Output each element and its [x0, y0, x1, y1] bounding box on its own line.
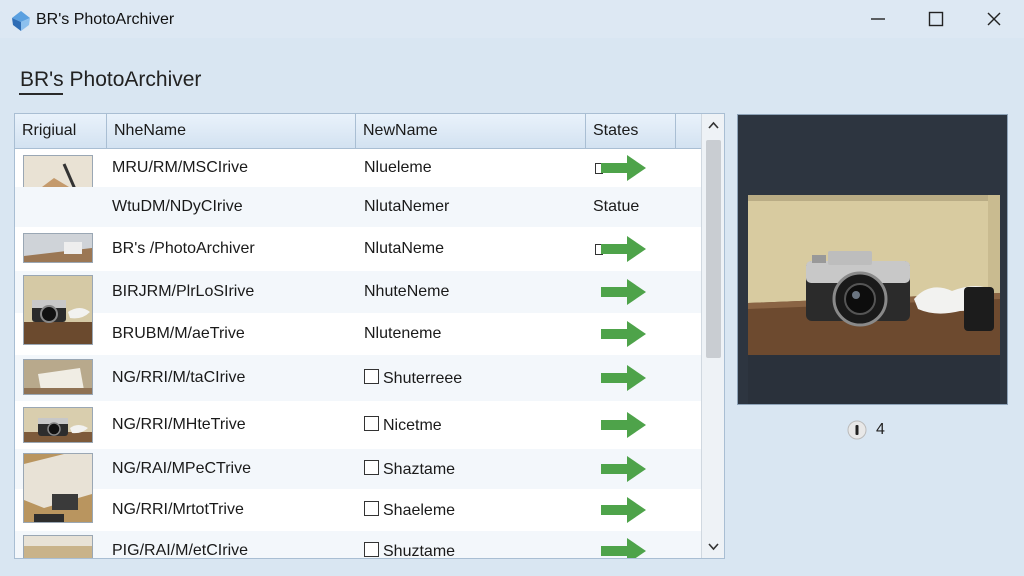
row-checkbox[interactable]	[364, 416, 379, 431]
camera-photo-image	[738, 115, 1007, 404]
page-title: BR's PhotoArchiver	[20, 68, 202, 91]
close-button[interactable]	[965, 0, 1023, 38]
new-name: NlutaNemer	[364, 198, 449, 216]
original-path: BRUBM/M/aeTrive	[112, 325, 245, 342]
minimize-button[interactable]	[849, 0, 907, 38]
new-name: Shaztame	[364, 460, 455, 479]
chevron-up-icon	[708, 121, 719, 129]
row-checkbox[interactable]	[364, 542, 379, 557]
new-name-text: Shaztame	[383, 461, 456, 478]
arrow-right-icon	[601, 321, 646, 347]
new-name: Shaeleme	[364, 501, 455, 520]
table-row[interactable]: WtuDM/NDyCIrive NlutaNemer Statue	[15, 187, 701, 227]
app-logo-icon	[12, 11, 30, 31]
original-path: MRU/RM/MSCIrive	[112, 159, 248, 176]
new-name-text: Nlueleme	[364, 159, 432, 176]
new-name-text: Shaeleme	[383, 502, 456, 519]
row-checkbox[interactable]	[364, 460, 379, 475]
arrow-right-icon	[601, 155, 646, 181]
status-arrow[interactable]	[601, 537, 647, 558]
close-icon	[987, 12, 1001, 26]
table-row[interactable]: NG/RAI/MPeCTrive Shaztame	[15, 449, 701, 523]
new-name: Shuztame	[364, 542, 456, 559]
new-name-text: NhuteNeme	[364, 283, 450, 300]
new-name-text: NlutaNemer	[364, 198, 450, 215]
new-name: Nicetme	[364, 416, 442, 435]
original-path: BR's /PhotoArchiver	[112, 240, 255, 257]
title-bar: BR's PhotoArchiver	[0, 0, 1024, 38]
table-row[interactable]: PIG/RAI/M/etCIrive Shuztame	[15, 531, 701, 559]
photo-preview[interactable]	[737, 114, 1008, 405]
column-header-original[interactable]: Rrigiual	[15, 114, 107, 148]
file-table: Rrigiual NheName NewName States MRU/RM/M…	[14, 113, 725, 559]
table-row[interactable]: MRU/RM/MSCIrive Nlueleme	[15, 149, 701, 195]
original-path: PIG/RAI/M/etCIrive	[112, 542, 249, 559]
arrow-right-icon	[601, 456, 646, 482]
window-title: BR's PhotoArchiver	[36, 11, 175, 28]
table-body: MRU/RM/MSCIrive Nlueleme WtuDM/NDyCIrive Nl…	[15, 149, 701, 559]
row-checkbox[interactable]	[364, 501, 379, 516]
chevron-down-icon	[708, 543, 719, 551]
photo-thumbnail[interactable]	[23, 535, 93, 558]
table-header: Rrigiual NheName NewName States	[15, 114, 701, 149]
photo-thumbnail[interactable]	[23, 233, 93, 263]
status-arrow[interactable]	[601, 278, 647, 311]
new-name: NlutaNeme	[364, 240, 444, 258]
status-arrow[interactable]	[601, 411, 647, 444]
scrollbar-thumb[interactable]	[706, 140, 721, 358]
arrow-right-icon	[601, 365, 646, 391]
new-name: Nluteneme	[364, 325, 441, 343]
table-row[interactable]: NG/RRI/M/taCIrive Shuterreee	[15, 355, 701, 401]
original-path: BIRJRM/PlrLoSIrive	[112, 283, 255, 300]
original-path: WtuDM/NDyCIrive	[112, 198, 243, 215]
new-name-text: Nluteneme	[364, 325, 442, 342]
photo-thumbnail[interactable]	[23, 359, 93, 395]
image-counter: 4	[876, 421, 885, 438]
table-row[interactable]: NG/RRI/MrtotTrive Shaeleme	[15, 489, 701, 531]
vertical-scrollbar[interactable]	[701, 114, 724, 558]
row-checkbox[interactable]	[364, 369, 379, 384]
status-arrow[interactable]	[601, 235, 647, 268]
status-arrow[interactable]	[601, 154, 647, 187]
status-arrow[interactable]	[601, 320, 647, 353]
new-name: Nlueleme	[364, 159, 432, 177]
column-header-name[interactable]: NheName	[107, 114, 356, 148]
minimize-icon	[871, 18, 885, 20]
table-row[interactable]: BR's /PhotoArchiver NlutaNeme	[15, 227, 701, 271]
status-arrow[interactable]	[601, 455, 647, 488]
column-header-new-name[interactable]: NewName	[356, 114, 586, 148]
original-path: NG/RRI/MHteTrive	[112, 416, 246, 433]
new-name-text: Shuztame	[383, 543, 456, 559]
arrow-right-icon	[601, 538, 646, 558]
new-name-text: Shuterreee	[383, 370, 463, 387]
status-text: Statue	[593, 198, 640, 215]
maximize-button[interactable]	[907, 0, 965, 38]
arrow-right-icon	[601, 236, 646, 262]
column-header-status[interactable]: States	[586, 114, 676, 148]
status-arrow[interactable]	[601, 364, 647, 397]
image-counter-icon	[847, 420, 867, 440]
table-row[interactable]: BRUBM/M/aeTrive Nluteneme	[15, 313, 701, 355]
table-row[interactable]: NG/RRI/MHteTrive Nicetme	[15, 401, 701, 449]
status-arrow[interactable]	[601, 496, 647, 529]
photo-thumbnail[interactable]	[23, 407, 93, 443]
arrow-right-icon	[601, 412, 646, 438]
original-path: NG/RRI/MrtotTrive	[112, 501, 244, 518]
original-path: NG/RRI/M/taCIrive	[112, 369, 246, 386]
arrow-right-icon	[601, 497, 646, 523]
table-row[interactable]: BIRJRM/PlrLoSIrive NhuteNeme	[15, 271, 701, 345]
new-name-text: NlutaNeme	[364, 240, 445, 257]
maximize-icon	[928, 11, 944, 27]
scroll-up-button[interactable]	[702, 114, 724, 138]
scroll-down-button[interactable]	[702, 534, 724, 558]
new-name-text: Nicetme	[383, 417, 442, 434]
title-underline	[19, 93, 63, 95]
new-name: NhuteNeme	[364, 283, 449, 301]
original-path: NG/RAI/MPeCTrive	[112, 460, 251, 477]
new-name: Shuterreee	[364, 369, 462, 388]
arrow-right-icon	[601, 279, 646, 305]
